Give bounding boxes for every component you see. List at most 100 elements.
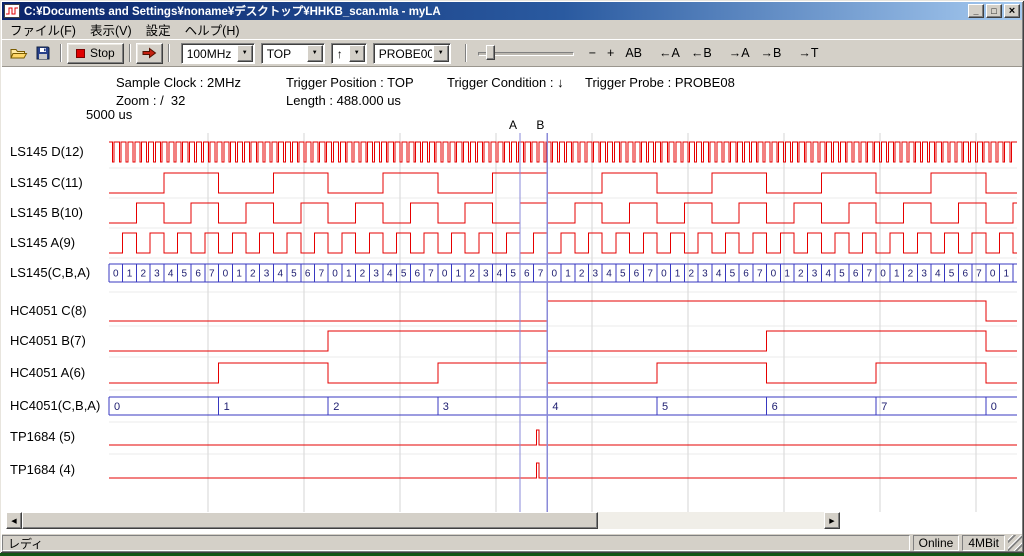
svg-text:6: 6 xyxy=(415,269,421,280)
svg-text:4: 4 xyxy=(716,269,722,280)
toolbar-separator xyxy=(465,44,467,62)
resize-grip[interactable] xyxy=(1008,535,1022,551)
svg-text:5: 5 xyxy=(401,269,407,280)
channel-hc4051-c-8: HC4051 C(8) xyxy=(10,301,1017,321)
channel-hc4051-a-6: HC4051 A(6) xyxy=(10,363,1017,383)
channel-ls145-c-b-a: LS145(C,B,A)0123456701234567012345670123… xyxy=(10,264,1017,282)
maximize-button[interactable]: □ xyxy=(986,4,1002,18)
svg-text:0: 0 xyxy=(880,269,886,280)
zoom-slider-thumb[interactable] xyxy=(486,45,495,60)
svg-text:0: 0 xyxy=(552,269,558,280)
svg-text:5: 5 xyxy=(291,269,297,280)
svg-text:5: 5 xyxy=(662,401,668,413)
toolbar-separator xyxy=(129,44,131,62)
channel-tp1684-5: TP1684 (5) xyxy=(10,429,1017,445)
svg-text:0: 0 xyxy=(990,269,996,280)
svg-text:4: 4 xyxy=(606,269,612,280)
svg-text:6: 6 xyxy=(853,269,859,280)
channel-ls145-b-10: LS145 B(10) xyxy=(10,203,1017,223)
toolbar-separator xyxy=(60,44,62,62)
svg-text:2: 2 xyxy=(469,269,475,280)
goto-b-left-button[interactable]: ←B xyxy=(687,44,716,62)
svg-text:7: 7 xyxy=(881,401,887,413)
statusbar: レディ Online 4MBit xyxy=(2,534,1022,551)
status-ready: レディ xyxy=(2,535,910,551)
svg-text:7: 7 xyxy=(209,269,215,280)
menu-view[interactable]: 表示(V) xyxy=(83,18,139,41)
trigger-probe-select[interactable]: PROBE00 ▼ xyxy=(373,43,451,64)
goto-trigger-button[interactable]: →T xyxy=(794,44,822,62)
wave-trace xyxy=(109,142,1017,162)
wave-trace xyxy=(109,203,1017,223)
marker-b[interactable]: B xyxy=(536,118,547,512)
length-info: Length : 488.000 us xyxy=(286,93,401,108)
svg-text:4: 4 xyxy=(278,269,284,280)
marker-a[interactable]: A xyxy=(509,118,520,512)
wave-trace xyxy=(109,463,1017,478)
chevron-down-icon[interactable]: ▼ xyxy=(237,45,253,62)
scroll-right-button[interactable]: ▶ xyxy=(824,512,840,529)
svg-text:2: 2 xyxy=(360,269,366,280)
channel-hc4051-b-7: HC4051 B(7) xyxy=(10,331,1017,351)
svg-text:6: 6 xyxy=(963,269,969,280)
svg-text:4: 4 xyxy=(497,269,503,280)
svg-text:3: 3 xyxy=(921,269,927,280)
floppy-icon xyxy=(36,46,50,60)
chevron-down-icon[interactable]: ▼ xyxy=(433,45,449,62)
channel-label: LS145 C(11) xyxy=(10,175,83,190)
svg-text:1: 1 xyxy=(784,269,790,280)
trigger-position-select[interactable]: TOP ▼ xyxy=(261,43,325,64)
menu-settings[interactable]: 設定 xyxy=(139,18,178,41)
trigger-edge-select[interactable]: ↑ ▼ xyxy=(331,43,367,64)
svg-text:3: 3 xyxy=(702,269,708,280)
channel-label: LS145 D(12) xyxy=(10,144,84,159)
channel-tp1684-4: TP1684 (4) xyxy=(10,462,1017,478)
close-button[interactable]: × xyxy=(1004,4,1020,18)
goto-a-right-button[interactable]: →A xyxy=(725,44,754,62)
svg-text:5: 5 xyxy=(949,269,955,280)
svg-text:6: 6 xyxy=(305,269,311,280)
scrollbar-thumb[interactable] xyxy=(22,512,598,529)
chevron-down-icon[interactable]: ▼ xyxy=(349,45,365,62)
goto-a-left-button[interactable]: ←A xyxy=(655,44,684,62)
ab-cursor-button[interactable]: AB xyxy=(621,44,646,62)
svg-text:1: 1 xyxy=(346,269,352,280)
svg-text:3: 3 xyxy=(264,269,270,280)
trigger-probe-info: Trigger Probe : PROBE08 xyxy=(585,75,735,90)
sample-rate-select[interactable]: 100MHz ▼ xyxy=(181,43,255,64)
wave-trace xyxy=(109,363,1017,383)
zoom-in-button[interactable]: + xyxy=(603,44,618,62)
svg-text:0: 0 xyxy=(442,269,448,280)
wave-trace xyxy=(109,430,1017,445)
open-button[interactable] xyxy=(7,43,31,64)
svg-text:2: 2 xyxy=(141,269,147,280)
run-arrow-icon xyxy=(142,47,157,59)
svg-text:0: 0 xyxy=(114,401,120,413)
svg-text:1: 1 xyxy=(565,269,571,280)
channel-label: HC4051 A(6) xyxy=(10,365,85,380)
run-button[interactable] xyxy=(136,43,163,64)
scroll-left-button[interactable]: ◀ xyxy=(6,512,22,529)
svg-text:7: 7 xyxy=(647,269,653,280)
zoom-slider[interactable] xyxy=(478,44,574,62)
save-button[interactable] xyxy=(31,43,55,64)
chevron-down-icon[interactable]: ▼ xyxy=(307,45,323,62)
svg-text:0: 0 xyxy=(332,269,338,280)
menu-file[interactable]: ファイル(F) xyxy=(3,18,83,41)
horizontal-scrollbar[interactable]: ◀ ▶ xyxy=(6,512,840,529)
stop-button[interactable]: Stop xyxy=(67,43,124,64)
svg-text:6: 6 xyxy=(634,269,640,280)
svg-text:7: 7 xyxy=(976,269,982,280)
status-online: Online xyxy=(913,535,960,551)
menu-help[interactable]: ヘルプ(H) xyxy=(178,18,247,41)
goto-b-right-button[interactable]: →B xyxy=(757,44,786,62)
marker-label: A xyxy=(509,118,517,132)
svg-text:0: 0 xyxy=(991,401,997,413)
client-area: Sample Clock : 2MHz Trigger Position : T… xyxy=(2,67,1022,534)
svg-text:5: 5 xyxy=(510,269,516,280)
scrollbar-track[interactable] xyxy=(22,512,824,529)
app-icon xyxy=(4,4,20,18)
zoom-out-button[interactable]: − xyxy=(585,44,600,62)
waveform-display[interactable]: LS145 D(12)LS145 C(11)LS145 B(10)LS145 A… xyxy=(2,110,1018,515)
minimize-button[interactable]: _ xyxy=(968,4,984,18)
